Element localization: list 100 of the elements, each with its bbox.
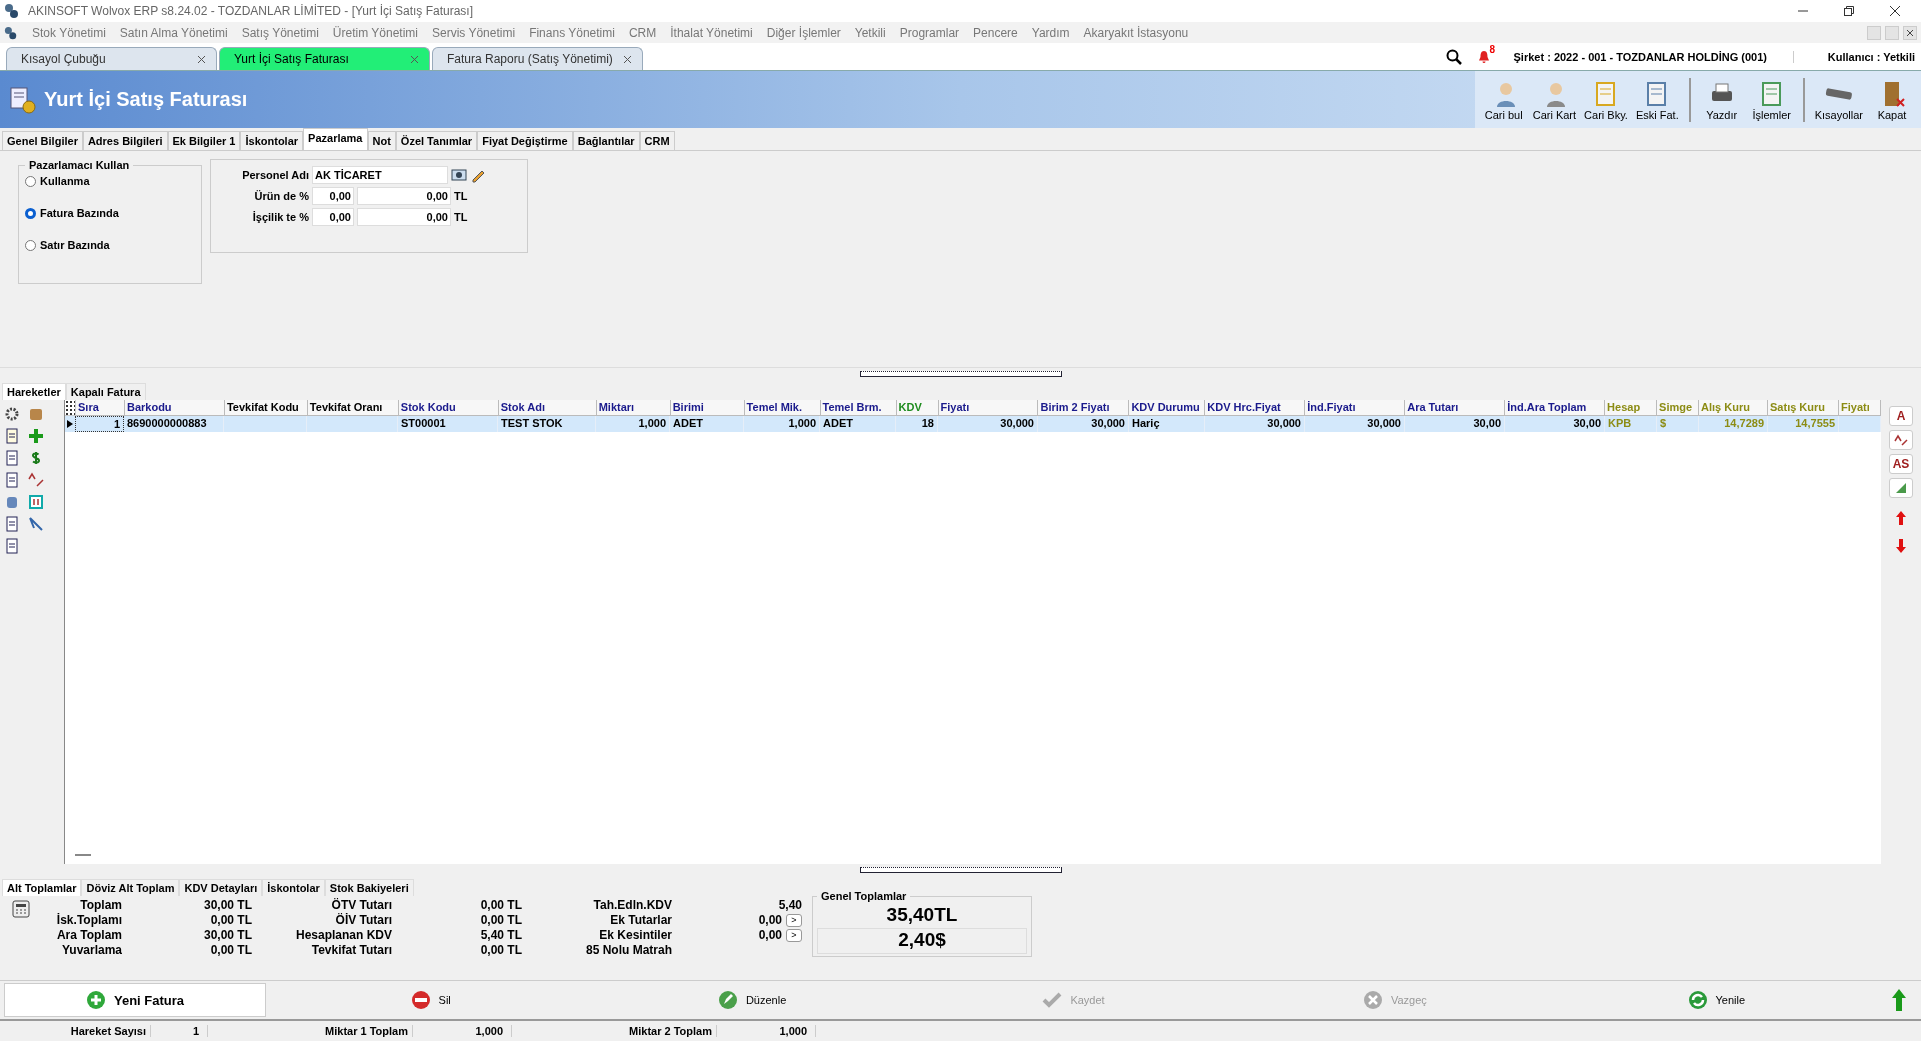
column-header[interactable]: Barkodu <box>124 400 225 416</box>
column-header[interactable]: Fiyatı <box>938 400 1039 416</box>
form-tab[interactable]: İskontolar <box>240 131 304 150</box>
down-arrow-icon[interactable] <box>1895 538 1907 554</box>
menu-item[interactable]: Programlar <box>899 25 960 40</box>
splitter-handle[interactable] <box>859 867 1062 873</box>
totals-tab[interactable]: Döviz Alt Toplam <box>81 879 180 896</box>
up-arrow-icon[interactable] <box>1891 988 1908 1012</box>
column-header[interactable]: Birimi <box>670 400 745 416</box>
font-size-button[interactable]: AS <box>1889 454 1913 474</box>
menu-item[interactable]: Yetkili <box>854 25 886 40</box>
menu-item[interactable]: CRM <box>628 25 657 40</box>
form-tab[interactable]: Özel Tanımlar <box>395 131 478 150</box>
restore-icon[interactable] <box>1843 5 1855 17</box>
column-header[interactable]: Temel Mik. <box>744 400 821 416</box>
column-header[interactable]: Temel Brm. <box>820 400 897 416</box>
toolbar-button[interactable]: Yazdır <box>1696 76 1747 123</box>
copy-icon[interactable] <box>4 516 20 532</box>
column-header[interactable]: İnd.Ara Toplam <box>1505 400 1606 416</box>
menu-item[interactable]: Akaryakıt İstasyonu <box>1083 25 1189 40</box>
new-document-icon[interactable] <box>4 428 20 444</box>
menu-item[interactable]: İthalat Yönetimi <box>670 25 753 40</box>
box-icon[interactable] <box>28 406 44 422</box>
personnel-field[interactable]: AK TİCARET <box>312 166 448 184</box>
column-header[interactable]: Stok Adı <box>498 400 597 416</box>
toolbar-button[interactable]: Cari Kart <box>1528 76 1581 123</box>
refresh-button[interactable]: Yenile <box>1555 981 1878 1019</box>
column-header[interactable]: Sıra <box>76 400 125 416</box>
document-tab[interactable]: Yurt İçi Satış Faturası <box>219 47 430 70</box>
add-document-icon[interactable] <box>4 472 20 488</box>
document-icon[interactable] <box>4 450 20 466</box>
radio-button[interactable] <box>25 175 36 187</box>
document-tab[interactable]: Kısayol Çubuğu <box>6 47 217 70</box>
form-tab[interactable]: Genel Bilgiler <box>2 131 83 150</box>
page-icon[interactable] <box>4 538 20 554</box>
toolbar-button[interactable]: Eski Fat. <box>1631 76 1683 123</box>
radio-option[interactable]: Satır Bazında <box>25 239 195 251</box>
new-button[interactable]: Yeni Fatura <box>4 983 266 1017</box>
grid-tab[interactable]: Hareketler <box>2 383 66 400</box>
column-header[interactable]: Miktarı <box>596 400 671 416</box>
radio-option[interactable]: Kullanma <box>25 175 195 187</box>
column-header[interactable]: Tevkifat Oranı <box>307 400 399 416</box>
picture-icon[interactable] <box>451 167 467 183</box>
toolbar-button[interactable]: Kısayollar <box>1810 76 1867 123</box>
search-icon[interactable] <box>1445 48 1462 65</box>
splitter-handle[interactable] <box>859 371 1062 377</box>
column-header[interactable]: KDV Durumu <box>1129 400 1206 416</box>
gear-icon[interactable] <box>4 406 20 422</box>
toolbar-button[interactable]: İşlemler <box>1746 76 1797 123</box>
amount-field[interactable]: 0,00 <box>357 187 451 205</box>
pause-icon[interactable] <box>28 494 44 510</box>
font-button[interactable]: A <box>1889 406 1913 426</box>
totals-tab[interactable]: Stok Bakiyeleri <box>324 879 414 896</box>
toolbar-button[interactable]: Kapat <box>1867 76 1917 123</box>
totals-tab[interactable]: Alt Toplamlar <box>2 879 82 896</box>
menu-item[interactable]: Stok Yönetimi <box>32 25 106 40</box>
radio-button[interactable] <box>25 207 36 219</box>
close-icon[interactable] <box>197 54 206 64</box>
edit-button[interactable]: Düzenle <box>591 981 913 1019</box>
column-header[interactable]: KDV Hrc.Fiyat <box>1205 400 1306 416</box>
form-tab[interactable]: CRM <box>639 131 675 150</box>
more-button[interactable]: > <box>786 913 802 927</box>
column-header[interactable]: Ara Tutarı <box>1405 400 1506 416</box>
column-header[interactable]: Stok Kodu <box>398 400 499 416</box>
more-button[interactable]: > <box>786 928 802 942</box>
column-chooser-icon[interactable] <box>65 400 76 416</box>
toolbar-button[interactable]: Cari Bky. <box>1580 76 1632 123</box>
radio-button[interactable] <box>25 239 36 251</box>
scroll-thumb[interactable] <box>75 854 91 856</box>
toolbar-button[interactable]: Cari bul <box>1478 76 1529 123</box>
delete-button[interactable]: Sil <box>270 981 592 1019</box>
column-header[interactable]: İnd.Fiyatı <box>1305 400 1406 416</box>
amount-field[interactable]: 0,00 <box>357 208 451 226</box>
totals-tab[interactable]: İskontolar <box>262 879 325 896</box>
percent-field[interactable]: 0,00 <box>312 208 354 226</box>
totals-tab[interactable]: KDV Detayları <box>179 879 263 896</box>
spreadsheet-icon[interactable] <box>1889 478 1913 498</box>
close-icon[interactable] <box>1889 5 1901 17</box>
percent-field[interactable]: 0,00 <box>312 187 354 205</box>
form-tab[interactable]: Bağlantılar <box>572 131 640 150</box>
menu-item[interactable]: Satış Yönetimi <box>241 25 319 40</box>
column-header[interactable]: Birim 2 Fiyatı <box>1038 400 1130 416</box>
radio-option[interactable]: Fatura Bazında <box>25 207 195 219</box>
calculator-icon[interactable] <box>12 900 30 918</box>
plus-icon[interactable] <box>28 428 44 444</box>
form-tab[interactable]: Adres Bilgileri <box>82 131 168 150</box>
form-tab[interactable]: Ek Bilgiler 1 <box>167 131 241 150</box>
menu-item[interactable]: Üretim Yönetimi <box>332 25 418 40</box>
form-tab[interactable]: Fiyat Değiştirme <box>477 131 573 150</box>
menu-item[interactable]: Pencere <box>973 25 1018 40</box>
document-tab[interactable]: Fatura Raporu (Satış Yönetimi) <box>432 47 643 70</box>
menu-item[interactable]: Diğer İşlemler <box>766 25 841 40</box>
form-tab[interactable]: Pazarlama <box>303 128 368 150</box>
menu-item[interactable]: Yardım <box>1031 25 1070 40</box>
column-header[interactable]: KDV <box>896 400 939 416</box>
bell-icon[interactable] <box>1477 49 1490 64</box>
close-icon[interactable] <box>623 54 632 64</box>
up-arrow-icon[interactable] <box>1895 510 1907 526</box>
form-tab[interactable]: Not <box>367 131 396 150</box>
menu-item[interactable]: Servis Yönetimi <box>431 25 516 40</box>
